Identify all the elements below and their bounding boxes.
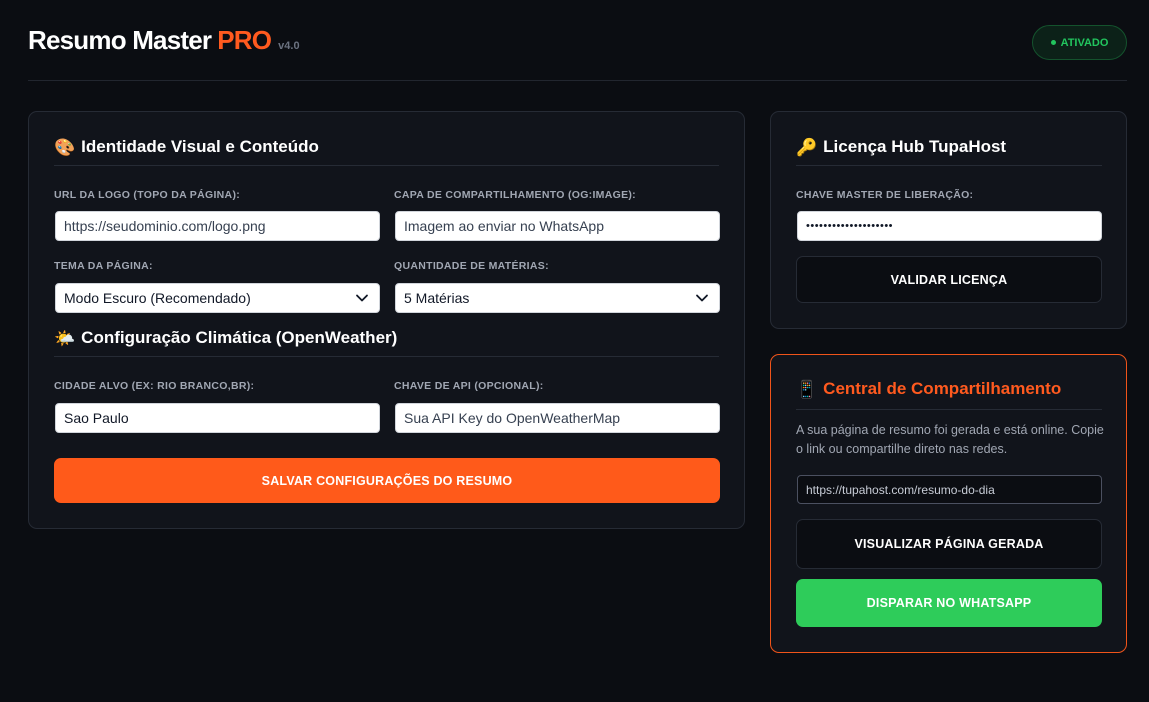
view-page-button[interactable]: VISUALIZAR PÁGINA GERADA — [796, 519, 1102, 569]
count-select[interactable]: 5 Matérias — [395, 283, 720, 313]
brand-name: Resumo Master — [28, 25, 212, 55]
share-cover-label: CAPA DE COMPARTILHAMENTO (OG:IMAGE): — [394, 189, 636, 201]
identity-divider — [54, 165, 719, 166]
license-section-title: 🔑 Licença Hub TupaHost — [796, 137, 1006, 157]
logo-url-label: URL DA LOGO (TOPO DA PÁGINA): — [54, 189, 241, 201]
whatsapp-button[interactable]: DISPARAR NO WHATSAPP — [796, 579, 1102, 627]
weather-section-title: 🌤️ Configuração Climática (OpenWeather) — [54, 328, 397, 348]
share-card: 📱 Central de Compartilhamento A sua pági… — [770, 354, 1127, 653]
share-link-input[interactable] — [797, 475, 1102, 504]
header: Resumo Master PRO v4.0 ATIVADO — [28, 0, 1127, 81]
weather-title: Configuração Climática (OpenWeather) — [81, 328, 398, 347]
license-title: Licença Hub TupaHost — [823, 137, 1007, 156]
theme-label: TEMA DA PÁGINA: — [54, 260, 153, 272]
share-title: Central de Compartilhamento — [823, 379, 1062, 398]
page: Resumo Master PRO v4.0 ATIVADO 🎨 Identid… — [0, 0, 1149, 702]
identity-title: Identidade Visual e Conteúdo — [81, 137, 319, 156]
license-key-input[interactable] — [797, 211, 1102, 241]
city-label: CIDADE ALVO (EX: RIO BRANCO,BR): — [54, 380, 255, 392]
license-key-label: CHAVE MASTER DE LIBERAÇÃO: — [796, 189, 974, 201]
identity-section-title: 🎨 Identidade Visual e Conteúdo — [54, 137, 319, 157]
logo-url-input[interactable] — [55, 211, 380, 241]
status-dot-icon — [1050, 40, 1056, 45]
save-config-button[interactable]: SALVAR CONFIGURAÇÕES DO RESUMO — [54, 458, 720, 503]
key-icon: 🔑 — [796, 137, 818, 157]
brand: Resumo Master PRO v4.0 — [28, 25, 300, 56]
brand-version: v4.0 — [278, 40, 300, 52]
api-key-label: CHAVE DE API (OPCIONAL): — [394, 380, 544, 392]
city-input[interactable] — [55, 403, 380, 433]
status-badge-label: ATIVADO — [1060, 36, 1109, 49]
config-card: 🎨 Identidade Visual e Conteúdo URL DA LO… — [28, 111, 745, 529]
weather-divider — [54, 356, 719, 357]
count-select-value: 5 Matérias — [404, 290, 470, 306]
share-divider — [796, 409, 1102, 410]
chevron-down-icon — [356, 294, 368, 302]
theme-select[interactable]: Modo Escuro (Recomendado) — [55, 283, 380, 313]
status-badge: ATIVADO — [1032, 25, 1127, 60]
sun-cloud-icon: 🌤️ — [54, 328, 76, 348]
count-label: QUANTIDADE DE MATÉRIAS: — [394, 260, 549, 272]
chevron-down-icon — [696, 294, 708, 302]
validate-license-button[interactable]: VALIDAR LICENÇA — [796, 256, 1102, 303]
api-key-input[interactable] — [395, 403, 720, 433]
share-cover-input[interactable] — [395, 211, 720, 241]
share-section-title: 📱 Central de Compartilhamento — [796, 379, 1061, 399]
phone-icon: 📱 — [796, 379, 818, 399]
theme-select-value: Modo Escuro (Recomendado) — [64, 290, 251, 306]
brand-pro: PRO — [217, 25, 272, 55]
palette-icon: 🎨 — [54, 137, 76, 157]
share-description: A sua página de resumo foi gerada e está… — [796, 423, 1104, 456]
license-divider — [796, 165, 1102, 166]
license-card: 🔑 Licença Hub TupaHost CHAVE MASTER DE L… — [770, 111, 1127, 329]
